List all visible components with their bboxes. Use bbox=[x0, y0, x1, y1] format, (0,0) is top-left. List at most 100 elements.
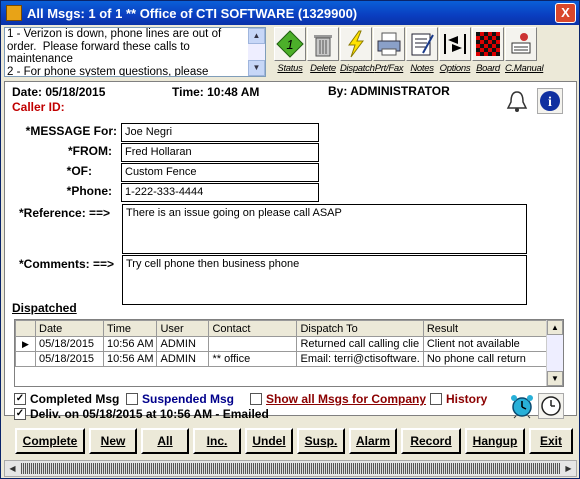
inc-button[interactable]: Inc. bbox=[193, 428, 241, 454]
table-row[interactable]: 05/18/2015 10:56 AM ADMIN ** office Emai… bbox=[15, 351, 561, 367]
exit-button[interactable]: Exit bbox=[529, 428, 573, 454]
dispatched-title: Dispatched bbox=[12, 301, 77, 315]
col-result[interactable]: Result bbox=[422, 320, 561, 337]
info-icon: i bbox=[540, 91, 560, 111]
message-time: Time: 10:48 AM bbox=[172, 85, 260, 99]
status-button[interactable]: 1 Status bbox=[274, 27, 306, 79]
print-fax-label: Prt/Fax bbox=[374, 63, 404, 74]
memo-scroll-down-icon[interactable]: ▼ bbox=[248, 60, 265, 76]
history-label: History bbox=[446, 392, 488, 406]
show-all-msgs-checkbox[interactable]: Show all Msgs for Company bbox=[250, 392, 426, 406]
action-buttons: Complete New All Inc. Undel Susp. Alarm … bbox=[15, 428, 577, 454]
row-indicator bbox=[15, 351, 36, 367]
undel-button[interactable]: Undel bbox=[245, 428, 293, 454]
cell-dispatch-to[interactable]: Email: terri@ctisoftware. bbox=[296, 351, 424, 367]
manual-icon bbox=[511, 33, 531, 54]
window-title: All Msgs: 1 of 1 ** Office of CTI SOFTWA… bbox=[27, 5, 358, 21]
phone-field[interactable]: 1-222-333-4444 bbox=[121, 183, 319, 202]
susp-button[interactable]: Susp. bbox=[297, 428, 345, 454]
title-bar[interactable]: All Msgs: 1 of 1 ** Office of CTI SOFTWA… bbox=[1, 1, 579, 25]
current-row-arrow-icon: ▶ bbox=[15, 336, 36, 352]
unchecked-box bbox=[250, 393, 262, 405]
from-field[interactable]: Fred Hollaran bbox=[121, 143, 319, 162]
grid-header-row: Date Time User Contact Dispatch To Resul… bbox=[15, 320, 561, 337]
grid-scrollbar[interactable]: ▲ ▼ bbox=[546, 320, 563, 386]
printer-icon bbox=[377, 32, 401, 56]
dispatched-grid: Date Time User Contact Dispatch To Resul… bbox=[14, 319, 564, 387]
of-field[interactable]: Custom Fence bbox=[121, 163, 319, 182]
horizontal-scrollbar[interactable]: ◀ ▶ bbox=[4, 460, 577, 477]
board-button[interactable]: Board bbox=[472, 27, 504, 79]
scroll-left-icon[interactable]: ◀ bbox=[5, 461, 20, 476]
grid-scroll-up-icon[interactable]: ▲ bbox=[547, 320, 563, 335]
col-time[interactable]: Time bbox=[102, 320, 158, 337]
unchecked-box bbox=[430, 393, 442, 405]
options-button[interactable]: Options bbox=[439, 27, 471, 79]
manual-button[interactable]: C.Manual bbox=[505, 27, 544, 79]
notes-button[interactable]: Notes bbox=[406, 27, 438, 79]
board-label: Board bbox=[476, 63, 500, 74]
complete-button[interactable]: Complete bbox=[15, 428, 85, 454]
status-label: Status bbox=[277, 63, 303, 74]
cell-result[interactable]: No phone call return bbox=[422, 351, 561, 367]
notes-label: Notes bbox=[410, 63, 434, 74]
table-row[interactable]: ▶ 05/18/2015 10:56 AM ADMIN Returned cal… bbox=[15, 336, 561, 352]
all-button[interactable]: All bbox=[141, 428, 189, 454]
cell-contact[interactable] bbox=[208, 336, 298, 352]
col-dispatch-to[interactable]: Dispatch To bbox=[296, 320, 424, 337]
alarm-clock-button[interactable] bbox=[509, 393, 535, 419]
cell-user[interactable]: ADMIN bbox=[156, 351, 210, 367]
alarm-button[interactable]: Alarm bbox=[349, 428, 397, 454]
print-fax-button[interactable]: Prt/Fax bbox=[373, 27, 405, 79]
delivered-label: Deliv. on 05/18/2015 at 10:56 AM - Email… bbox=[30, 407, 269, 421]
notes-icon bbox=[411, 33, 434, 56]
alarm-bell-button[interactable] bbox=[505, 89, 529, 113]
cell-date[interactable]: 05/18/2015 bbox=[35, 351, 104, 367]
cell-dispatch-to[interactable]: Returned call calling clie bbox=[296, 336, 424, 352]
clock-icon bbox=[541, 396, 561, 416]
delete-button[interactable]: Delete bbox=[307, 27, 339, 79]
memo-scroll-up-icon[interactable]: ▲ bbox=[248, 28, 265, 44]
scroll-right-icon[interactable]: ▶ bbox=[561, 461, 576, 476]
cell-result[interactable]: Client not available bbox=[422, 336, 561, 352]
message-window: All Msgs: 1 of 1 ** Office of CTI SOFTWA… bbox=[0, 0, 580, 479]
scrollbar-track[interactable] bbox=[21, 463, 560, 474]
record-button[interactable]: Record bbox=[401, 428, 461, 454]
suspended-msg-label: Suspended Msg bbox=[142, 392, 235, 406]
message-date: Date: 05/18/2015 bbox=[12, 85, 106, 99]
reference-field[interactable]: There is an issue going on please call A… bbox=[122, 204, 527, 254]
lightning-icon bbox=[348, 30, 364, 58]
comments-field[interactable]: Try cell phone then business phone bbox=[122, 255, 527, 305]
delivered-checkbox[interactable]: ✓ Deliv. on 05/18/2015 at 10:56 AM - Emai… bbox=[14, 407, 269, 421]
bell-icon bbox=[506, 91, 528, 112]
col-date[interactable]: Date bbox=[35, 320, 104, 337]
col-user[interactable]: User bbox=[156, 320, 210, 337]
cell-contact[interactable]: ** office bbox=[208, 351, 298, 367]
history-checkbox[interactable]: History bbox=[430, 392, 487, 406]
clock-button[interactable] bbox=[538, 393, 564, 419]
unchecked-box bbox=[126, 393, 138, 405]
info-button[interactable]: i bbox=[537, 88, 563, 114]
cell-time[interactable]: 10:56 AM bbox=[102, 336, 158, 352]
hangup-button[interactable]: Hangup bbox=[465, 428, 525, 454]
manual-label: C.Manual bbox=[505, 63, 544, 74]
svg-text:1: 1 bbox=[286, 37, 293, 52]
checkerboard-icon bbox=[476, 32, 500, 56]
message-for-field[interactable]: Joe Negri bbox=[121, 123, 319, 142]
cell-user[interactable]: ADMIN bbox=[156, 336, 210, 352]
memo-scrollbar[interactable]: ▲ ▼ bbox=[248, 28, 265, 76]
options-label: Options bbox=[439, 63, 471, 74]
new-button[interactable]: New bbox=[89, 428, 137, 454]
dispatch-button[interactable]: Dispatch bbox=[340, 27, 375, 79]
reference-label: *Reference: ==> bbox=[19, 206, 111, 220]
app-icon bbox=[6, 5, 22, 21]
memo-box[interactable]: 1 - Verizon is down, phone lines are out… bbox=[4, 27, 266, 77]
col-contact[interactable]: Contact bbox=[208, 320, 298, 337]
cell-time[interactable]: 10:56 AM bbox=[102, 351, 158, 367]
cell-date[interactable]: 05/18/2015 bbox=[35, 336, 104, 352]
completed-msg-checkbox[interactable]: ✓ Completed Msg bbox=[14, 392, 119, 406]
grid-scroll-down-icon[interactable]: ▼ bbox=[547, 371, 563, 386]
close-button[interactable]: X bbox=[555, 3, 576, 23]
check-icon: ✓ bbox=[14, 408, 26, 420]
suspended-msg-checkbox[interactable]: Suspended Msg bbox=[126, 392, 234, 406]
